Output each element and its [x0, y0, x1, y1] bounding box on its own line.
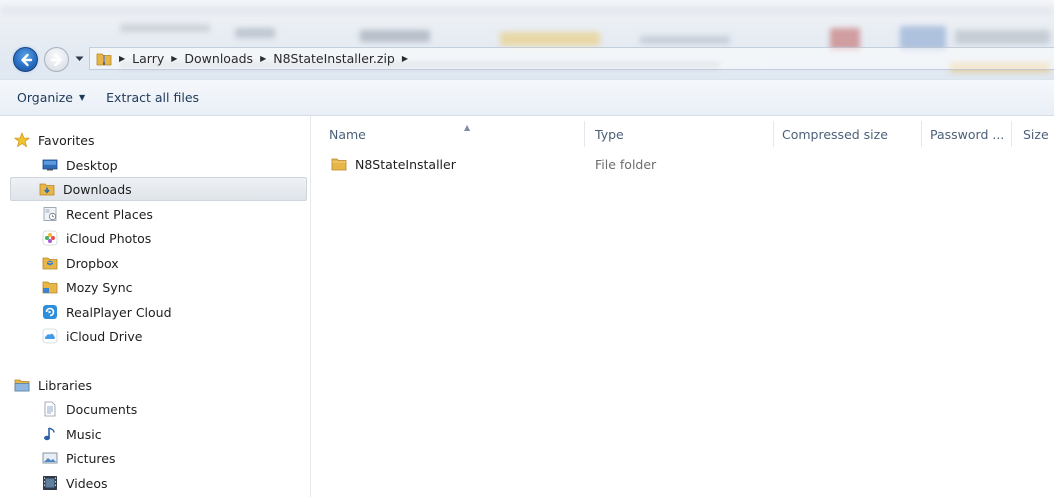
sort-ascending-icon: ▲: [464, 123, 471, 132]
icloud-drive-icon: [42, 328, 58, 344]
nav-item-dropbox[interactable]: Dropbox: [14, 251, 306, 275]
column-header-size[interactable]: Size: [1023, 123, 1054, 145]
extract-all-files-button[interactable]: Extract all files: [106, 90, 199, 105]
nav-item-label: iCloud Photos: [66, 230, 152, 246]
chevron-down-icon: [75, 56, 83, 61]
nav-item-icloud-drive[interactable]: iCloud Drive: [14, 324, 306, 348]
nav-item-desktop[interactable]: Desktop: [14, 153, 306, 177]
nav-item-label: Mozy Sync: [66, 279, 133, 295]
nav-libraries[interactable]: Libraries: [14, 373, 306, 397]
breadcrumb-label: Larry: [132, 51, 165, 66]
column-header-label: Password ...: [930, 126, 1005, 142]
nav-item-icloud-photos[interactable]: iCloud Photos: [14, 226, 306, 250]
nav-item-videos[interactable]: Videos: [14, 471, 306, 495]
nav-item-label: iCloud Drive: [66, 328, 143, 344]
recent-locations-button[interactable]: [73, 52, 85, 66]
column-divider[interactable]: [584, 121, 585, 147]
nav-item-label: RealPlayer Cloud: [66, 304, 172, 320]
recent-places-icon: [42, 206, 58, 222]
libraries-icon: [14, 377, 30, 393]
forward-button[interactable]: [44, 47, 69, 72]
back-arrow-icon: [20, 53, 32, 66]
star-icon: [13, 132, 31, 148]
music-icon: [42, 426, 58, 442]
breadcrumb-label: Downloads: [184, 51, 254, 66]
nav-item-mozy-sync[interactable]: Mozy Sync: [14, 275, 306, 299]
nav-item-label: Videos: [66, 475, 108, 491]
nav-item-music[interactable]: Music: [14, 422, 306, 446]
nav-item-documents[interactable]: Documents: [14, 397, 306, 421]
column-header-type[interactable]: Type: [595, 123, 775, 145]
column-header-label: Type: [595, 126, 624, 142]
nav-item-recent-places[interactable]: Recent Places: [14, 202, 306, 226]
nav-item-downloads[interactable]: Downloads: [10, 177, 307, 201]
address-bar[interactable]: ▶ Larry ▶ Downloads ▶ N8StateInstaller.z…: [89, 47, 1054, 70]
nav-item-label: Pictures: [66, 450, 116, 466]
nav-item-label: Downloads: [63, 181, 132, 197]
breadcrumb-separator-icon[interactable]: ▶: [260, 54, 266, 63]
breadcrumb-label: N8StateInstaller.zip: [273, 51, 395, 66]
dropbox-icon: [42, 255, 58, 271]
file-row[interactable]: N8StateInstaller File folder: [311, 152, 1054, 176]
file-type-cell: File folder: [595, 152, 656, 176]
organize-button[interactable]: Organize ▼: [17, 90, 85, 105]
nav-item-label: Documents: [66, 401, 138, 417]
realplayer-cloud-icon: [42, 304, 58, 320]
nav-favorites[interactable]: Favorites: [13, 128, 306, 152]
breadcrumb-separator-icon[interactable]: ▶: [119, 54, 125, 63]
folder-icon: [331, 156, 347, 172]
breadcrumb-separator-icon[interactable]: ▶: [402, 54, 408, 63]
navigation-pane: Favorites Desktop Downloads Recent Place…: [0, 116, 311, 497]
file-list-pane: Name ▲ Type Compressed size Password ...…: [311, 116, 1054, 497]
chevron-down-icon: ▼: [79, 93, 86, 102]
column-header-label: Name: [329, 126, 366, 142]
file-name-cell[interactable]: N8StateInstaller: [331, 152, 456, 176]
nav-item-label: Desktop: [66, 157, 118, 173]
desktop-icon: [42, 157, 58, 173]
forward-arrow-icon: [50, 53, 62, 66]
organize-label: Organize: [17, 90, 73, 105]
column-header-name[interactable]: Name ▲: [329, 123, 584, 145]
column-divider[interactable]: [773, 121, 774, 147]
column-header-label: Size: [1023, 126, 1049, 142]
nav-item-label: Dropbox: [66, 255, 119, 271]
breadcrumb-zip-file[interactable]: N8StateInstaller.zip: [273, 51, 395, 66]
breadcrumb-separator-icon[interactable]: ▶: [171, 54, 177, 63]
back-button[interactable]: [13, 47, 38, 72]
downloads-folder-icon: [39, 181, 55, 197]
nav-item-label: Music: [66, 426, 102, 442]
videos-icon: [42, 475, 58, 491]
nav-libraries-label: Libraries: [38, 377, 92, 393]
column-divider[interactable]: [921, 121, 922, 147]
command-bar: Organize ▼ Extract all files: [0, 79, 1054, 116]
address-row: ▶ Larry ▶ Downloads ▶ N8StateInstaller.z…: [0, 44, 1054, 74]
column-header-password[interactable]: Password ...: [930, 123, 1010, 145]
nav-item-pictures[interactable]: Pictures: [14, 446, 306, 470]
mozy-sync-folder-icon: [42, 279, 58, 295]
nav-item-realplayer-cloud[interactable]: RealPlayer Cloud: [14, 300, 306, 324]
window-top-area: ▶ Larry ▶ Downloads ▶ N8StateInstaller.z…: [0, 0, 1054, 79]
icloud-photos-icon: [42, 230, 58, 246]
extract-all-files-label: Extract all files: [106, 90, 200, 105]
file-name: N8StateInstaller: [355, 156, 456, 172]
nav-item-label: Recent Places: [66, 206, 153, 222]
column-header-compressed-size[interactable]: Compressed size: [782, 123, 922, 145]
documents-icon: [42, 401, 58, 417]
breadcrumb-larry[interactable]: Larry: [132, 51, 164, 66]
zip-folder-icon: [96, 51, 112, 67]
column-divider[interactable]: [1011, 121, 1012, 147]
pictures-icon: [42, 450, 58, 466]
nav-favorites-label: Favorites: [38, 132, 95, 148]
column-header-label: Compressed size: [782, 126, 888, 142]
breadcrumb-downloads[interactable]: Downloads: [184, 51, 253, 66]
file-type: File folder: [595, 156, 657, 172]
